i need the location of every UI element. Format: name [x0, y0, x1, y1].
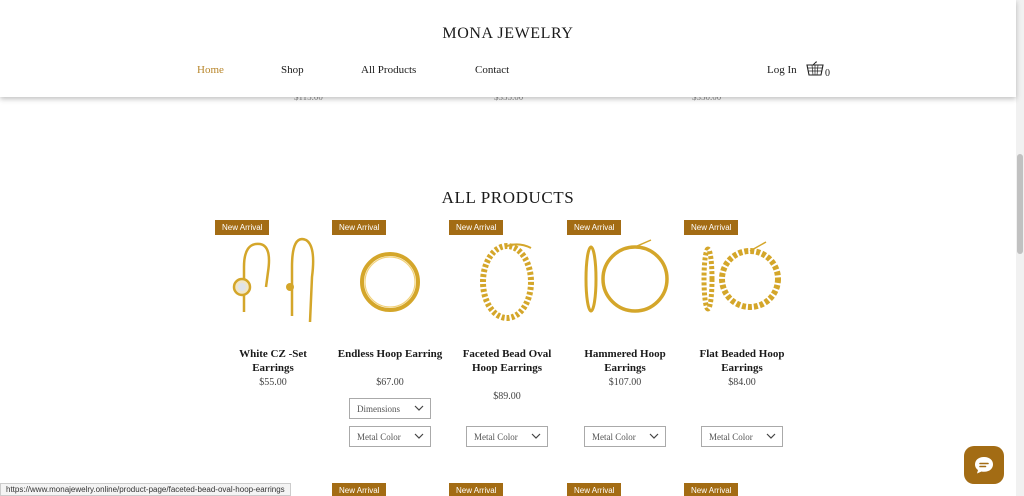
select-label: Dimensions: [357, 403, 401, 414]
product-name[interactable]: Flat Beaded Hoop Earrings: [687, 348, 797, 375]
scrollbar[interactable]: [1016, 0, 1024, 496]
product-name[interactable]: White CZ -Set Earrings: [218, 348, 328, 375]
product-price: $107.00: [608, 377, 642, 388]
product-price: $84.00: [728, 377, 756, 388]
cart-icon: [806, 61, 824, 82]
cart-count: 0: [825, 68, 830, 79]
brand-logo[interactable]: MONA JEWELRY: [0, 25, 1016, 43]
select-label: Metal Color: [709, 431, 753, 442]
product-price: $55.00: [259, 377, 287, 388]
metal-color-select[interactable]: Metal Color: [349, 426, 431, 447]
metal-color-select[interactable]: Metal Color: [584, 426, 666, 447]
login-link[interactable]: Log In: [767, 64, 797, 76]
nav-shop[interactable]: Shop: [281, 64, 304, 76]
nav-contact[interactable]: Contact: [475, 64, 509, 76]
metal-color-select[interactable]: Metal Color: [466, 426, 548, 447]
metal-color-select[interactable]: Metal Color: [701, 426, 783, 447]
product-price: $89.00: [493, 391, 521, 402]
section-title: ALL PRODUCTS: [441, 188, 575, 207]
new-arrival-badge: New Arrival: [332, 483, 387, 496]
nav-all-products[interactable]: All Products: [361, 64, 416, 76]
status-url: https://www.monajewelry.online/product-p…: [0, 483, 291, 496]
chevron-down-icon: [649, 433, 659, 439]
hammered-hoop-icon[interactable]: [575, 232, 675, 332]
new-arrival-badge: New Arrival: [567, 483, 622, 496]
nav-home[interactable]: Home: [197, 64, 224, 76]
endless-hoop-icon[interactable]: [340, 232, 440, 332]
product-name[interactable]: Faceted Bead Oval Hoop Earrings: [452, 348, 562, 375]
select-label: Metal Color: [474, 431, 518, 442]
select-label: Metal Color: [357, 431, 401, 442]
product-price: $67.00: [376, 377, 404, 388]
select-label: Metal Color: [592, 431, 636, 442]
new-arrival-badge: New Arrival: [449, 483, 504, 496]
chat-button[interactable]: [964, 446, 1004, 484]
chevron-down-icon: [766, 433, 776, 439]
cz-drop-earring-icon[interactable]: [222, 232, 322, 332]
dimensions-select[interactable]: Dimensions: [349, 398, 431, 419]
chevron-down-icon: [531, 433, 541, 439]
new-arrival-badge: New Arrival: [684, 483, 739, 496]
chevron-down-icon: [414, 405, 424, 411]
site-header: MONA JEWELRY Home Shop All Products Cont…: [0, 0, 1016, 97]
scrollbar-thumb[interactable]: [1017, 154, 1023, 254]
chevron-down-icon: [414, 433, 424, 439]
chat-bubble-icon: [975, 457, 993, 474]
flat-beaded-hoop-icon[interactable]: [692, 232, 792, 332]
cart-button[interactable]: 0: [806, 61, 830, 82]
beaded-oval-hoop-icon[interactable]: [457, 232, 557, 332]
product-name[interactable]: Endless Hoop Earring: [335, 348, 445, 362]
product-name[interactable]: Hammered Hoop Earrings: [570, 348, 680, 375]
